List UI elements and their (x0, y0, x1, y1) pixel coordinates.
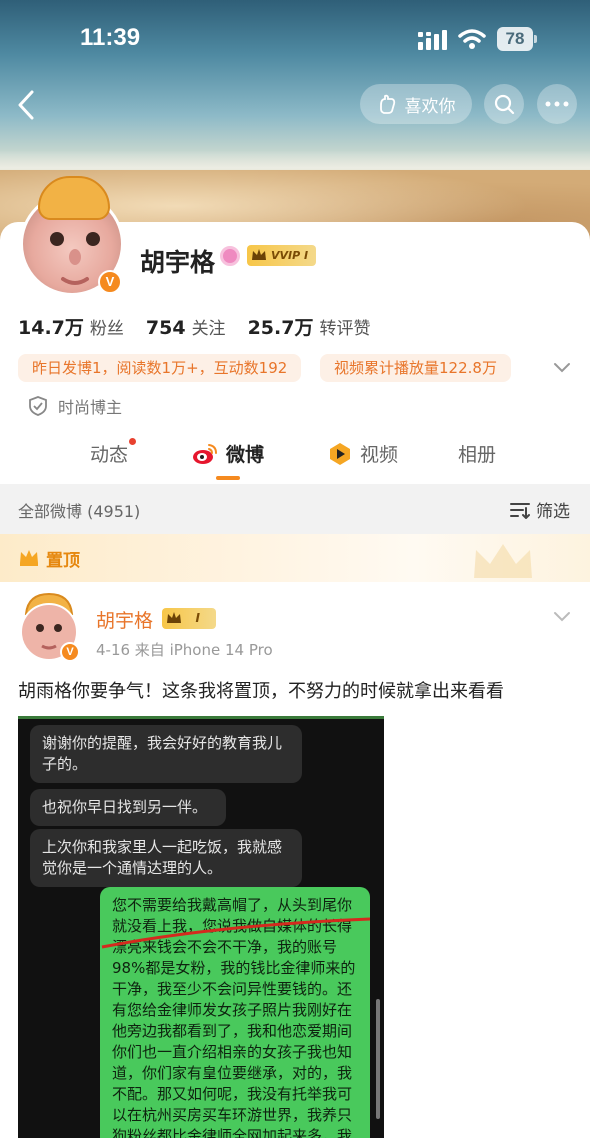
wifi-icon (458, 29, 486, 49)
tab-album[interactable]: 相册 (458, 440, 496, 467)
active-tab-indicator (216, 476, 240, 480)
weibo-logo-icon (193, 443, 217, 464)
tab-activity-label: 动态 (90, 444, 129, 466)
stat-followers[interactable]: 14.7万 粉丝 (18, 313, 124, 340)
scrollbar[interactable] (376, 999, 380, 1119)
stat-label: 粉丝 (89, 319, 124, 339)
profile-tag: 时尚博主 (28, 394, 122, 418)
verified-badge-icon: V (60, 642, 80, 662)
stat-interactions[interactable]: 25.7万 转评赞 (248, 313, 371, 340)
search-icon (494, 94, 515, 115)
chevron-down-icon[interactable] (552, 608, 572, 624)
post-vip-badge[interactable]: I (162, 608, 216, 629)
crown-decoration-icon (474, 544, 532, 578)
shield-check-icon (29, 396, 47, 416)
battery-level: 78 (497, 27, 533, 51)
profile-tabs: 动态 微博 视频 相册 (0, 436, 590, 484)
hand-heart-icon (379, 94, 395, 114)
post-author-avatar[interactable]: V (18, 592, 80, 664)
post-badge-label: I (195, 611, 200, 625)
more-dots-icon (545, 101, 569, 107)
stat-value: 754 (145, 317, 186, 339)
profile-avatar[interactable]: V (18, 176, 126, 300)
pink-medal-icon[interactable] (220, 246, 240, 266)
highlight-pill-posting[interactable]: 昨日发博1，阅读数1万+，互动数192 (18, 354, 302, 382)
filter-bar: 全部微博 (4951) 筛选 (0, 484, 590, 534)
tab-activity[interactable]: 动态 (90, 438, 137, 467)
tab-weibo-label: 微博 (226, 444, 265, 466)
chat-bubble: 上次你和我家里人一起吃饭，我就感觉你是一个通情达理的人。 (30, 829, 302, 887)
stat-value: 25.7万 (247, 317, 314, 339)
chat-bubble: 您不需要给我戴高帽了，从头到尾你就没看上我，您说我做自媒体的长得漂亮来钱会不会不… (100, 887, 370, 1138)
stat-following[interactable]: 754 关注 (146, 314, 226, 339)
tab-video-label: 视频 (360, 444, 399, 466)
post-text: 胡雨格你要争气！这条我将置顶，不努力的时候就拿出来看看 (18, 681, 504, 702)
cellular-signal-icon (418, 30, 447, 50)
crown-icon (252, 249, 266, 260)
highlight-pill-video[interactable]: 视频累计播放量122.8万 (320, 354, 511, 382)
post-count: 全部微博 (4951) (18, 502, 141, 521)
video-play-icon (330, 442, 350, 465)
battery-tip (534, 35, 537, 43)
stat-label: 转评赞 (319, 319, 371, 339)
tab-album-label: 相册 (458, 444, 497, 466)
profile-name: 胡宇格 (140, 248, 216, 277)
pin-crown-icon (20, 550, 38, 566)
stat-value: 14.7万 (18, 317, 84, 339)
status-time: 11:39 (80, 24, 141, 51)
profile-stats: 14.7万 粉丝 754 关注 25.7万 转评赞 (18, 313, 370, 340)
pinned-header: 置顶 (0, 534, 590, 582)
vvip-label: VVIP I (271, 249, 309, 262)
crown-icon (167, 612, 181, 623)
tab-weibo[interactable]: 微博 (192, 440, 264, 467)
verified-badge-icon: V (98, 270, 122, 294)
post-author-name[interactable]: 胡宇格 (96, 606, 153, 633)
lion-hat (38, 176, 110, 220)
chat-bubble: 也祝你早日找到另一伴。 (30, 789, 226, 826)
filter-icon (510, 502, 530, 519)
back-button[interactable] (12, 88, 42, 122)
tab-video[interactable]: 视频 (328, 440, 398, 467)
stat-label: 关注 (191, 319, 226, 339)
chat-bubble: 谢谢你的提醒，我会好好的教育我儿子的。 (30, 725, 302, 783)
pinned-label: 置顶 (46, 551, 80, 571)
vvip-badge[interactable]: VVIP I (247, 245, 317, 266)
chevron-down-icon[interactable] (552, 358, 572, 376)
filter-button[interactable]: 筛选 (510, 497, 570, 522)
status-bar: 11:39 78 (0, 0, 590, 80)
post-image-chat-screenshot[interactable]: 谢谢你的提醒，我会好好的教育我儿子的。 也祝你早日找到另一伴。 上次你和我家里人… (18, 716, 384, 1138)
post-meta: 4-16 来自 iPhone 14 Pro (96, 641, 273, 659)
search-button[interactable] (484, 84, 524, 124)
profile-tag-label: 时尚博主 (58, 398, 123, 417)
like-you-button[interactable]: 喜欢你 (360, 84, 472, 124)
notification-dot (129, 438, 137, 445)
filter-label: 筛选 (536, 502, 570, 522)
like-you-label: 喜欢你 (404, 96, 456, 117)
more-options-button[interactable] (537, 84, 577, 124)
battery-indicator: 78 (497, 27, 537, 51)
